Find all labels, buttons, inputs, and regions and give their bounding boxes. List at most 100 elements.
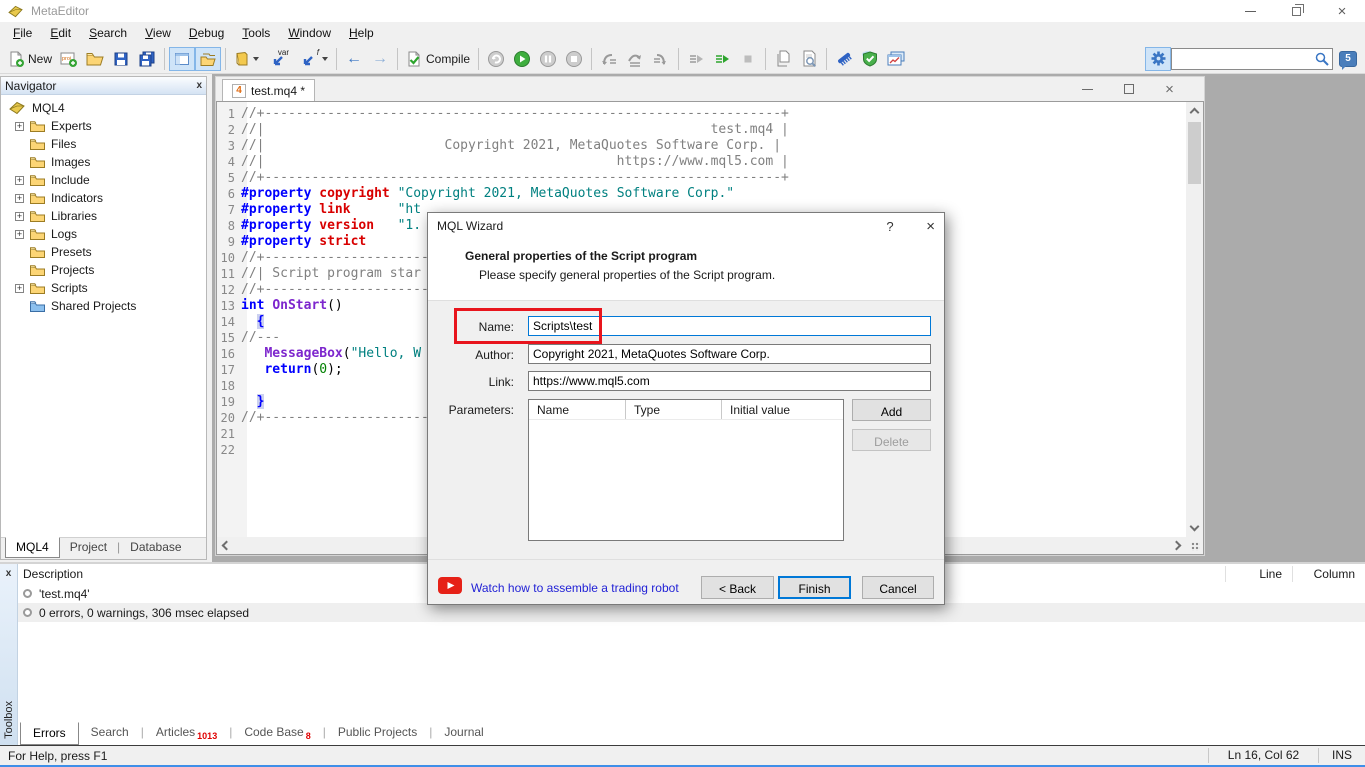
tree-item-shared-projects[interactable]: + Shared Projects <box>1 297 206 315</box>
menu-file[interactable]: File <box>4 22 41 44</box>
magnifier-icon <box>1314 51 1330 67</box>
tree-item-mql4-root[interactable]: MQL4 <box>1 99 206 117</box>
tree-item-files[interactable]: + Files <box>1 135 206 153</box>
doc-close-button[interactable]: × <box>1149 79 1190 99</box>
settings-button[interactable] <box>1145 47 1171 71</box>
menu-help[interactable]: Help <box>340 22 383 44</box>
tree-item-presets[interactable]: + Presets <box>1 243 206 261</box>
tree-item-scripts[interactable]: + Scripts <box>1 279 206 297</box>
menu-view[interactable]: View <box>136 22 180 44</box>
app-logo-icon <box>8 5 23 18</box>
toolbox-row[interactable]: 0 errors, 0 warnings, 306 msec elapsed <box>18 603 1365 622</box>
tree-item-projects[interactable]: + Projects <box>1 261 206 279</box>
split-view-toggle-button[interactable] <box>169 47 195 71</box>
copy-button[interactable] <box>770 47 796 71</box>
stop-debug-button[interactable] <box>561 47 587 71</box>
code-text: //| Script program star <box>241 266 421 282</box>
new-file-button[interactable]: New <box>4 47 56 71</box>
step-over-button[interactable] <box>622 47 648 71</box>
search-in-files-button[interactable] <box>796 47 822 71</box>
expander-icon[interactable]: + <box>15 194 24 203</box>
notifications-badge[interactable]: 5 <box>1339 51 1357 67</box>
doc-maximize-button[interactable] <box>1108 79 1149 99</box>
continue-button[interactable] <box>683 47 709 71</box>
bookmark-function-button[interactable]: f <box>293 47 332 71</box>
expander-icon[interactable]: + <box>15 212 24 221</box>
tree-item-libraries[interactable]: + Libraries <box>1 207 206 225</box>
document-tab[interactable]: 4 test.mq4 * <box>222 79 315 101</box>
save-all-button[interactable] <box>134 47 160 71</box>
navigate-back-button[interactable]: ← <box>341 47 367 71</box>
start-debug-button[interactable] <box>509 47 535 71</box>
menu-search[interactable]: Search <box>80 22 136 44</box>
tree-item-indicators[interactable]: + Indicators <box>1 189 206 207</box>
toolbox-tab-search[interactable]: Search <box>79 722 141 743</box>
minimize-button[interactable] <box>1227 0 1273 22</box>
tree-item-logs[interactable]: + Logs <box>1 225 206 243</box>
styler-button[interactable] <box>831 47 857 71</box>
save-button[interactable] <box>108 47 134 71</box>
resize-grip-icon[interactable] <box>1191 542 1200 551</box>
snippets-button[interactable] <box>230 47 263 71</box>
tree-item-experts[interactable]: + Experts <box>1 117 206 135</box>
back-button[interactable]: < Back <box>701 576 774 599</box>
toolbox-tab-errors[interactable]: Errors <box>20 722 79 745</box>
expander-icon[interactable]: + <box>15 176 24 185</box>
expander-icon[interactable]: + <box>15 230 24 239</box>
menu-edit[interactable]: Edit <box>41 22 80 44</box>
toolbox-close-icon[interactable]: x <box>6 568 12 579</box>
navigator-tab-project[interactable]: Project <box>60 538 117 557</box>
expander-icon[interactable]: + <box>15 122 24 131</box>
mql-wizard-dialog: MQL Wizard ? × General properties of the… <box>427 212 945 605</box>
breakpoint-button[interactable] <box>735 47 761 71</box>
restart-debug-button[interactable] <box>483 47 509 71</box>
youtube-icon[interactable] <box>438 577 462 594</box>
navigate-forward-button[interactable]: → <box>367 47 393 71</box>
author-field[interactable] <box>528 344 931 364</box>
column-column: Column <box>1292 566 1365 582</box>
link-field[interactable] <box>528 371 931 391</box>
cancel-button[interactable]: Cancel <box>862 576 934 599</box>
menu-debug[interactable]: Debug <box>180 22 233 44</box>
status-cursor-position: Ln 16, Col 62 <box>1208 748 1318 763</box>
new-project-button[interactable]: proj <box>56 47 82 71</box>
bookmark-var-button[interactable]: var <box>263 47 293 71</box>
chart-button[interactable] <box>883 47 909 71</box>
menu-window[interactable]: Window <box>279 22 340 44</box>
wizard-close-button[interactable]: × <box>905 218 935 235</box>
toolbox-tab-articles[interactable]: Articles1013 <box>144 722 229 745</box>
step-into-button[interactable] <box>596 47 622 71</box>
folder-icon <box>30 174 45 186</box>
vertical-scrollbar[interactable] <box>1186 102 1203 537</box>
navigator-tab-database[interactable]: Database <box>120 538 191 557</box>
parameters-table[interactable]: NameTypeInitial value <box>528 399 844 541</box>
expander-icon[interactable]: + <box>15 284 24 293</box>
cloud-storage-button[interactable] <box>857 47 883 71</box>
vertical-scroll-thumb[interactable] <box>1188 122 1201 184</box>
finish-button[interactable]: Finish <box>778 576 851 599</box>
run-to-cursor-button[interactable] <box>709 47 735 71</box>
delete-parameter-button[interactable]: Delete <box>852 429 931 451</box>
pause-debug-button[interactable] <box>535 47 561 71</box>
toolbar-search-input[interactable] <box>1171 48 1333 70</box>
restore-button[interactable] <box>1273 0 1319 22</box>
tree-item-images[interactable]: + Images <box>1 153 206 171</box>
menu-tools[interactable]: Tools <box>233 22 279 44</box>
close-button[interactable]: × <box>1319 0 1365 22</box>
add-parameter-button[interactable]: Add <box>852 399 931 421</box>
wizard-help-button[interactable]: ? <box>875 219 905 234</box>
toolbox-tab-public-projects[interactable]: Public Projects <box>326 722 429 743</box>
doc-minimize-button[interactable] <box>1067 79 1108 99</box>
navigator-tab-mql4[interactable]: MQL4 <box>5 537 60 558</box>
compile-button[interactable]: Compile <box>402 47 474 71</box>
step-out-button[interactable] <box>648 47 674 71</box>
open-file-button[interactable] <box>82 47 108 71</box>
video-tutorial-link[interactable]: Watch how to assemble a trading robot <box>471 581 679 595</box>
tree-item-label: Indicators <box>51 191 103 205</box>
toolbox-tab-code-base[interactable]: Code Base8 <box>232 722 322 745</box>
navigator-toggle-button[interactable] <box>195 47 221 71</box>
navigator-close-icon[interactable]: x <box>196 81 202 91</box>
folder-icon <box>30 228 45 240</box>
tree-item-include[interactable]: + Include <box>1 171 206 189</box>
toolbox-tab-journal[interactable]: Journal <box>432 722 495 743</box>
